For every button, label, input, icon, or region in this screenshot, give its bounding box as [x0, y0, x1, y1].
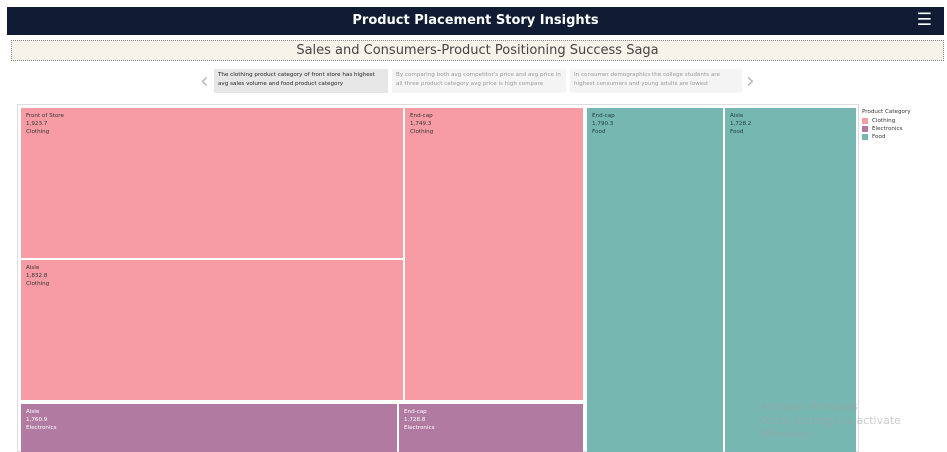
tile-label: End-cap [592, 113, 615, 119]
treemap-chart: Front of Store 1,923.7 Clothing End-cap … [17, 104, 859, 452]
treemap-tile[interactable]: End-cap 1,749.3 Clothing [405, 108, 583, 400]
tile-category: Clothing [410, 129, 434, 135]
tile-category: Electronics [404, 425, 435, 431]
legend-swatch [862, 134, 868, 140]
legend-label: Food [872, 134, 886, 140]
story-point-2[interactable]: By comparing both avg competitor's price… [392, 69, 566, 93]
tile-value: 1,923.7 [26, 121, 48, 127]
legend-item-food[interactable]: Food [862, 133, 942, 141]
tile-category: Clothing [26, 129, 50, 135]
tile-value: 1,832.8 [26, 273, 48, 279]
tile-label: Front of Store [26, 113, 64, 119]
treemap-tile[interactable]: End-cap 1,790.3 Food [587, 108, 723, 452]
tile-label: Aisle [26, 265, 40, 271]
treemap-tile[interactable]: Aisle 1,832.8 Clothing [21, 260, 403, 400]
tile-label: Aisle [730, 113, 744, 119]
legend-swatch [862, 126, 868, 132]
chevron-right-icon[interactable]: › [746, 70, 755, 94]
story-point-3[interactable]: In consumer demographics the college stu… [570, 69, 742, 93]
tile-value: 1,790.3 [592, 121, 614, 127]
legend-title: Product Category [862, 109, 911, 115]
tile-value: 1,749.3 [410, 121, 432, 127]
legend: Product Category Clothing Electronics Fo… [862, 108, 942, 141]
tile-category: Clothing [26, 281, 50, 287]
tile-value: 1,728.8 [404, 417, 426, 423]
hamburger-menu-icon[interactable]: ☰ [917, 12, 932, 29]
chevron-left-icon[interactable]: ‹ [200, 70, 209, 94]
tile-category: Electronics [26, 425, 57, 431]
story-point-1[interactable]: The clothing product category of front s… [214, 69, 388, 93]
tile-value: 1,760.9 [26, 417, 48, 423]
tile-category: Food [730, 129, 744, 135]
tile-label: Aisle [26, 409, 40, 415]
legend-label: Electronics [872, 126, 903, 132]
treemap-tile[interactable]: End-cap 1,728.8 Electronics [399, 404, 583, 452]
story-title: Product Placement Story Insights [352, 13, 599, 28]
legend-item-clothing[interactable]: Clothing [862, 117, 942, 125]
legend-swatch [862, 118, 868, 124]
story-header: Product Placement Story Insights ☰ [7, 7, 944, 35]
legend-item-electronics[interactable]: Electronics [862, 125, 942, 133]
treemap-tile[interactable]: Aisle 1,760.9 Electronics [21, 404, 397, 452]
tile-label: End-cap [404, 409, 427, 415]
legend-label: Clothing [872, 118, 896, 124]
story-subtitle: Sales and Consumers-Product Positioning … [11, 40, 944, 61]
treemap-tile[interactable]: Front of Store 1,923.7 Clothing [21, 108, 403, 258]
tile-label: End-cap [410, 113, 433, 119]
treemap-tile[interactable]: Aisle 1,728.2 Food [725, 108, 856, 452]
tile-category: Food [592, 129, 606, 135]
tile-value: 1,728.2 [730, 121, 752, 127]
